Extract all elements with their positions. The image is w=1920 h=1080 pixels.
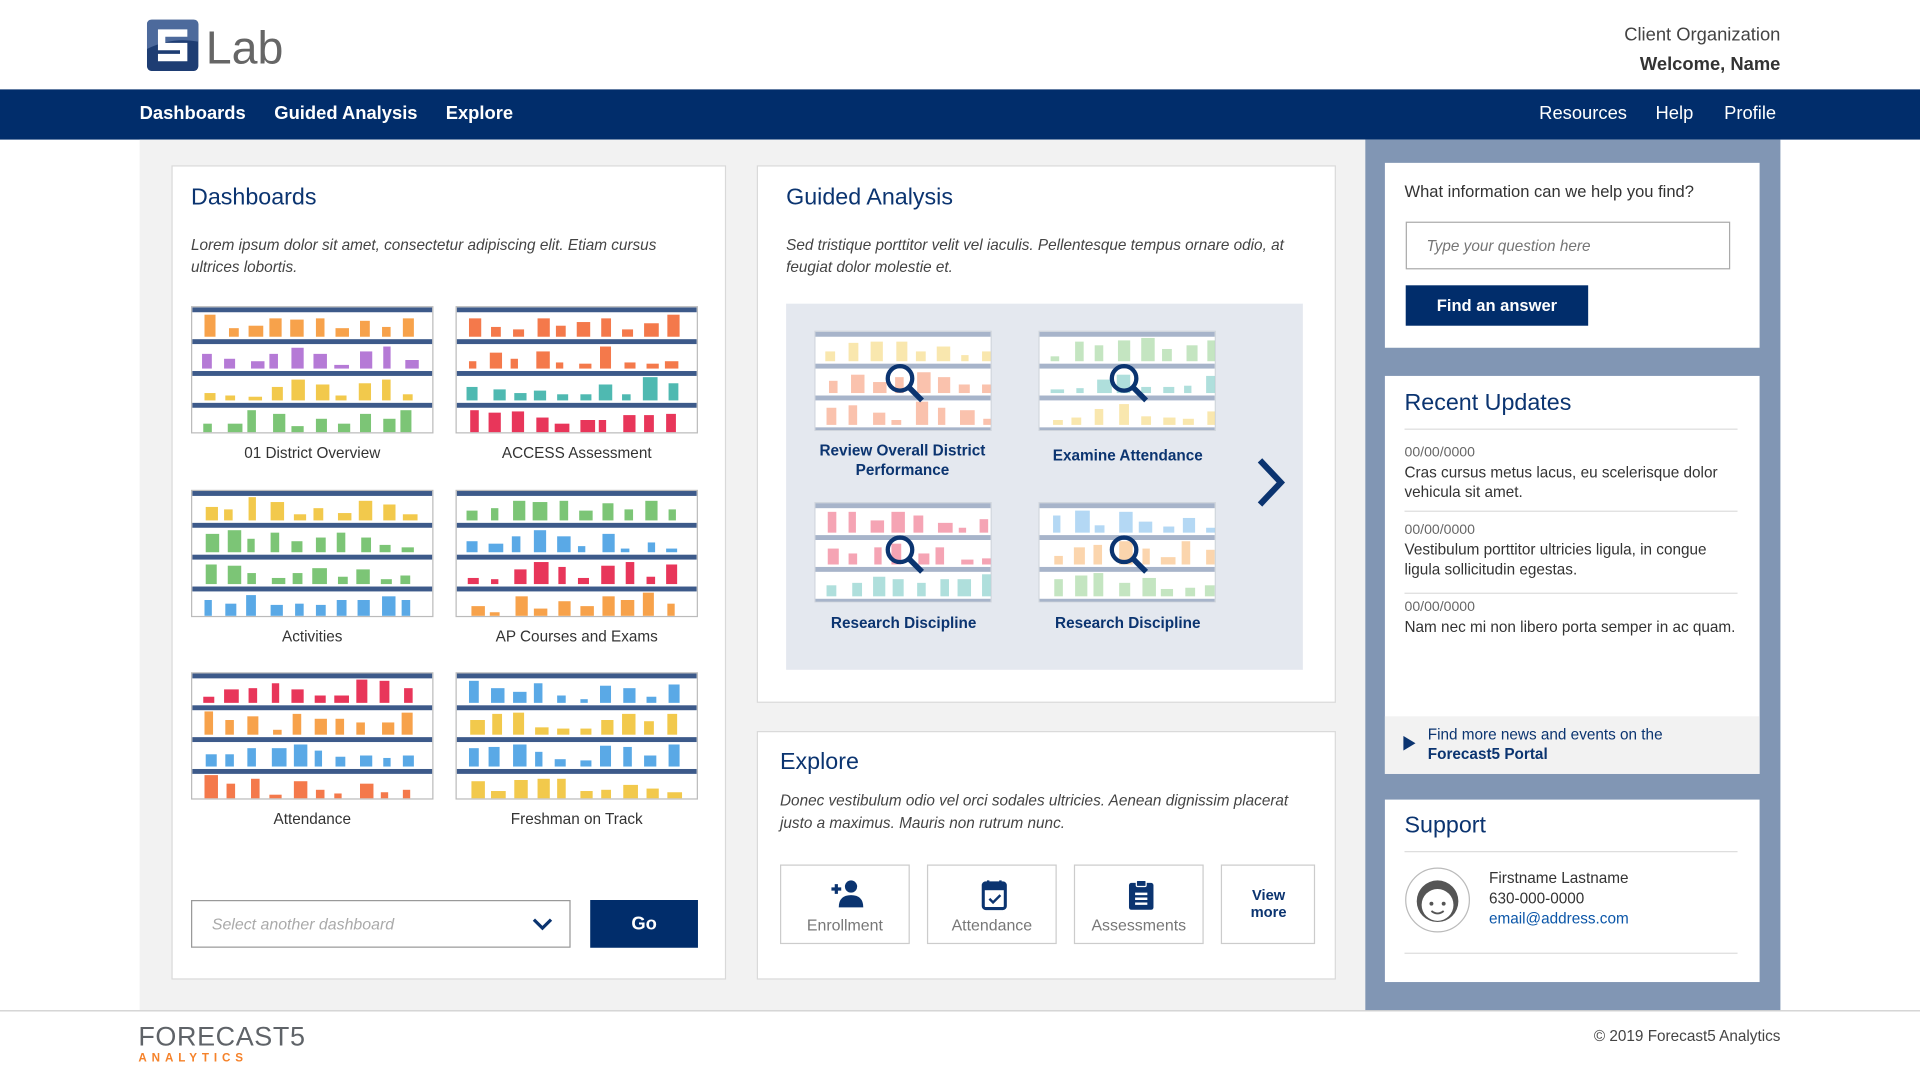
support-phone: 630-000-0000 — [1488, 889, 1585, 907]
more-news-text: Find more news and events on the — [1427, 726, 1663, 744]
client-organization: Client Organization — [1624, 24, 1781, 46]
search-question: What information can we help you find? — [1404, 182, 1694, 201]
dashboards-description: Lorem ipsum dolor sit amet, consectetur … — [191, 236, 657, 276]
guided-analysis-label[interactable]: Examine Attendance — [1018, 446, 1238, 466]
guided-analysis-thumbnail[interactable] — [1038, 502, 1216, 603]
guided-analysis-description: Sed tristique porttitor velit vel iaculi… — [786, 236, 1284, 276]
chevron-down-icon — [532, 918, 553, 931]
update-date: 00/00/0000 — [1404, 445, 1475, 461]
find-answer-button[interactable]: Find an answer — [1405, 285, 1589, 326]
go-button[interactable]: Go — [590, 900, 698, 948]
forecast5-portal-link[interactable]: Forecast5 Portal — [1428, 746, 1548, 763]
logo-main: FORECAST5 — [138, 1021, 306, 1052]
dashboard-thumbnail[interactable] — [455, 672, 698, 800]
dashboard-label[interactable]: 01 District Overview — [191, 444, 433, 461]
copyright: © 2019 Forecast5 Analytics — [1593, 1027, 1781, 1045]
dashboard-label[interactable]: Freshman on Track — [456, 811, 698, 828]
svg-text:Lab: Lab — [206, 22, 284, 71]
explore-description: Donec vestibulum odio vel orci sodales u… — [780, 792, 1289, 832]
forecast5-logo: FORECAST5 ANALYTICS — [138, 1022, 305, 1066]
view-more-label: View more — [1250, 886, 1287, 921]
clipboard-icon — [1128, 879, 1154, 910]
guided-analysis-label[interactable]: Research Discipline — [1018, 613, 1238, 633]
chevron-right-icon[interactable] — [1254, 456, 1288, 510]
magnifier-icon — [885, 363, 924, 403]
nav-explore[interactable]: Explore — [446, 103, 513, 124]
dashboards-title: Dashboards — [191, 184, 317, 211]
support-name: Firstname Lastname — [1488, 869, 1629, 887]
dashboard-select[interactable]: Select another dashboard — [191, 900, 571, 948]
update-item[interactable]: 00/00/0000 Vestibulum porttitor ultricies… — [1404, 523, 1737, 579]
logo-sub: ANALYTICS — [138, 1051, 248, 1066]
update-text: Nam nec mi non libero porta semper in ac… — [1404, 618, 1736, 636]
explore-assessments-label: Assessments — [1091, 915, 1187, 935]
update-date: 00/00/0000 — [1404, 522, 1475, 538]
nav-help[interactable]: Help — [1656, 103, 1694, 124]
update-item[interactable]: 00/00/0000 Cras cursus metus lacus, eu sc… — [1404, 446, 1737, 502]
update-text: Cras cursus metus lacus, eu scelerisque … — [1404, 464, 1718, 501]
add-person-icon — [831, 880, 864, 908]
calendar-check-icon — [981, 880, 1007, 911]
dashboard-label[interactable]: Attendance — [191, 811, 433, 828]
explore-enrollment-button[interactable]: Enrollment — [780, 864, 910, 945]
dashboard-select-placeholder: Select another dashboard — [211, 914, 395, 934]
magnifier-icon — [1109, 363, 1149, 403]
play-arrow-icon — [1403, 735, 1416, 751]
nav-guided-analysis[interactable]: Guided Analysis — [274, 103, 417, 124]
more-news-bar[interactable]: Find more news and events on the Forecas… — [1384, 716, 1760, 774]
nav-resources[interactable]: Resources — [1539, 103, 1627, 124]
guided-analysis-label[interactable]: Research Discipline — [793, 613, 1013, 633]
dashboard-thumbnail[interactable] — [191, 306, 434, 434]
dashboard-thumbnail[interactable] — [455, 306, 698, 434]
recent-updates-title: Recent Updates — [1404, 390, 1572, 417]
nav-dashboards[interactable]: Dashboards — [140, 103, 246, 124]
footer-divider — [0, 1010, 1920, 1012]
dashboard-label[interactable]: ACCESS Assessment — [456, 444, 698, 461]
nav-profile[interactable]: Profile — [1724, 103, 1776, 124]
guided-analysis-thumbnail[interactable] — [1038, 330, 1216, 432]
support-title: Support — [1404, 813, 1486, 839]
explore-enrollment-label: Enrollment — [806, 915, 883, 935]
dashboard-thumbnail[interactable] — [191, 672, 434, 800]
explore-attendance-button[interactable]: Attendance — [926, 864, 1057, 945]
main-nav: Dashboards Guided Analysis Explore Resou… — [0, 89, 1920, 140]
dashboard-thumbnail[interactable] — [191, 489, 434, 618]
welcome-name[interactable]: Welcome, Name — [1640, 54, 1781, 75]
5lab-logo[interactable]: Lab — [146, 19, 300, 72]
dashboard-thumbnail[interactable] — [455, 489, 698, 618]
update-date: 00/00/0000 — [1404, 600, 1475, 615]
explore-attendance-label: Attendance — [951, 915, 1033, 935]
update-text: Vestibulum porttitor ultricies ligula, i… — [1404, 541, 1707, 578]
guided-analysis-thumbnail[interactable] — [814, 502, 992, 603]
explore-view-more-button[interactable]: View more — [1220, 864, 1316, 945]
update-item[interactable]: 00/00/0000 Nam nec mi non libero porta se… — [1404, 600, 1737, 637]
dashboard-label[interactable]: AP Courses and Exams — [456, 628, 698, 645]
avatar — [1405, 867, 1471, 933]
guided-analysis-title: Guided Analysis — [786, 184, 953, 211]
explore-title: Explore — [780, 749, 859, 776]
support-email[interactable]: email@address.com — [1489, 909, 1629, 929]
explore-assessments-button[interactable]: Assessments — [1073, 864, 1204, 945]
user-info: Client Organization Welcome, Name — [1624, 21, 1780, 80]
magnifier-icon — [1109, 535, 1149, 574]
guided-analysis-label[interactable]: Review Overall District Performance — [804, 441, 1000, 480]
guided-analysis-thumbnail[interactable] — [814, 330, 992, 432]
dashboard-label[interactable]: Activities — [191, 628, 433, 645]
magnifier-icon — [885, 535, 924, 574]
question-input[interactable] — [1405, 221, 1731, 270]
